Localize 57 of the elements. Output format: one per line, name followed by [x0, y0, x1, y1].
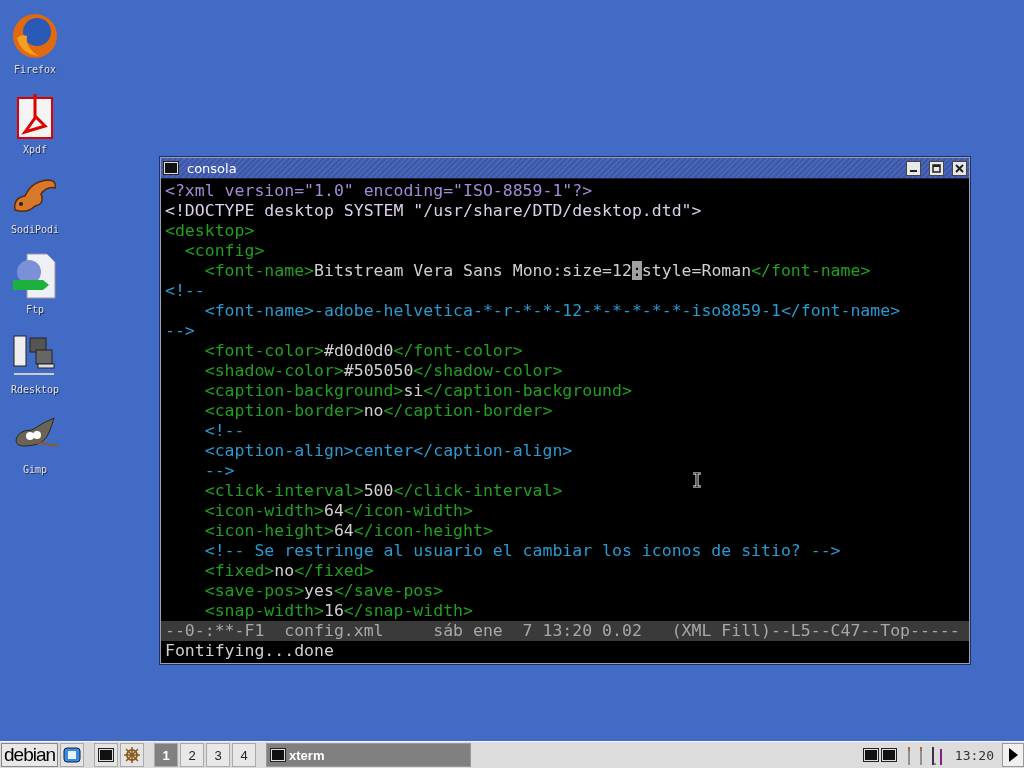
- code-line: <!--: [165, 281, 205, 301]
- code-line: <caption-border>no</caption-border>: [203, 401, 553, 421]
- code-line: <icon-width>64</icon-width>: [203, 501, 473, 521]
- close-button[interactable]: [952, 160, 967, 176]
- terminal-icon: [270, 748, 287, 762]
- window-menu-icon: [163, 161, 179, 175]
- workspace-button[interactable]: 1: [154, 743, 179, 767]
- code-line: <save-pos>yes</save-pos>: [203, 581, 444, 601]
- clock: 13:20: [953, 747, 995, 763]
- desktop-icon-label[interactable]: Gimp: [22, 464, 48, 475]
- desktop-icon-label[interactable]: SodiPodi: [10, 224, 60, 235]
- globe-document-icon: [11, 252, 59, 300]
- right-arrow-icon: [1008, 748, 1018, 762]
- minibuffer-message: Fontifying...done: [164, 641, 335, 662]
- close-icon: [955, 163, 964, 173]
- task-button[interactable]: xterm: [266, 743, 472, 767]
- desktop-icon-label[interactable]: Xpdf: [22, 144, 48, 155]
- start-button[interactable]: debian: [1, 743, 59, 767]
- code-line: <font-name>Bitstream Vera Sans Mono:size=12:style=Roman</font-name>: [203, 261, 871, 281]
- desktop-icon-label[interactable]: Ftp: [25, 304, 45, 315]
- code-line: <snap-width>16</snap-width>: [203, 601, 473, 621]
- code-line: <shadow-color>#505050</shadow-color>: [203, 361, 563, 381]
- code-line: <icon-height>64</icon-height>: [203, 521, 493, 541]
- desktop-icon-label[interactable]: Rdesktop: [10, 384, 60, 395]
- code-line: <fixed>no</fixed>: [203, 561, 374, 581]
- workspace-button[interactable]: 3: [206, 743, 231, 767]
- code-line: <font-name>-adobe-helvetica-*-r-*-*-12-*-*-*-*-*-iso8859-1</font-name>: [203, 301, 901, 321]
- monitor-icon: [880, 748, 897, 762]
- code-line: <config>: [183, 241, 265, 261]
- expand-button[interactable]: [1002, 743, 1024, 767]
- code-line: <desktop>: [165, 221, 255, 241]
- terminal-icon: [98, 748, 115, 762]
- code-line: <caption-background>si</caption-background>: [203, 381, 632, 401]
- workspace-button[interactable]: 2: [180, 743, 205, 767]
- code-line: -->: [165, 321, 195, 341]
- code-line: -->: [203, 461, 235, 481]
- monitor-icon: [862, 748, 879, 762]
- code-line: <caption-align>center</caption-align>: [203, 441, 573, 461]
- ship-wheel-icon: [123, 746, 142, 764]
- text-cursor-icon: [692, 472, 702, 488]
- code-line: <font-color>#d0d0d0</font-color>: [203, 341, 523, 361]
- maximize-button[interactable]: [929, 160, 944, 176]
- minimize-button[interactable]: [906, 160, 921, 176]
- maximize-icon: [932, 163, 941, 173]
- code-line: <click-interval>500</click-interval>: [203, 481, 563, 501]
- minimize-icon: [910, 170, 917, 172]
- code-line: <?xml version="1.0" encoding="ISO-8859-1"?>: [165, 181, 593, 201]
- pdf-document-icon: [15, 92, 55, 140]
- code-line: <!-- Se restringe al usuario el cambiar los iconos de sitio? -->: [203, 541, 841, 561]
- workspace-button[interactable]: 4: [232, 743, 257, 767]
- window-title: consola: [187, 160, 238, 176]
- launcher-button[interactable]: [94, 743, 119, 767]
- fox-globe-icon: [11, 12, 59, 60]
- desktop-icon-label[interactable]: Firefox: [13, 64, 57, 75]
- code-line: <!--: [203, 421, 245, 441]
- code-line: <!DOCTYPE desktop SYSTEM "/usr/share/DTD/desktop.dtd">: [165, 201, 702, 221]
- launcher-button[interactable]: [60, 743, 85, 767]
